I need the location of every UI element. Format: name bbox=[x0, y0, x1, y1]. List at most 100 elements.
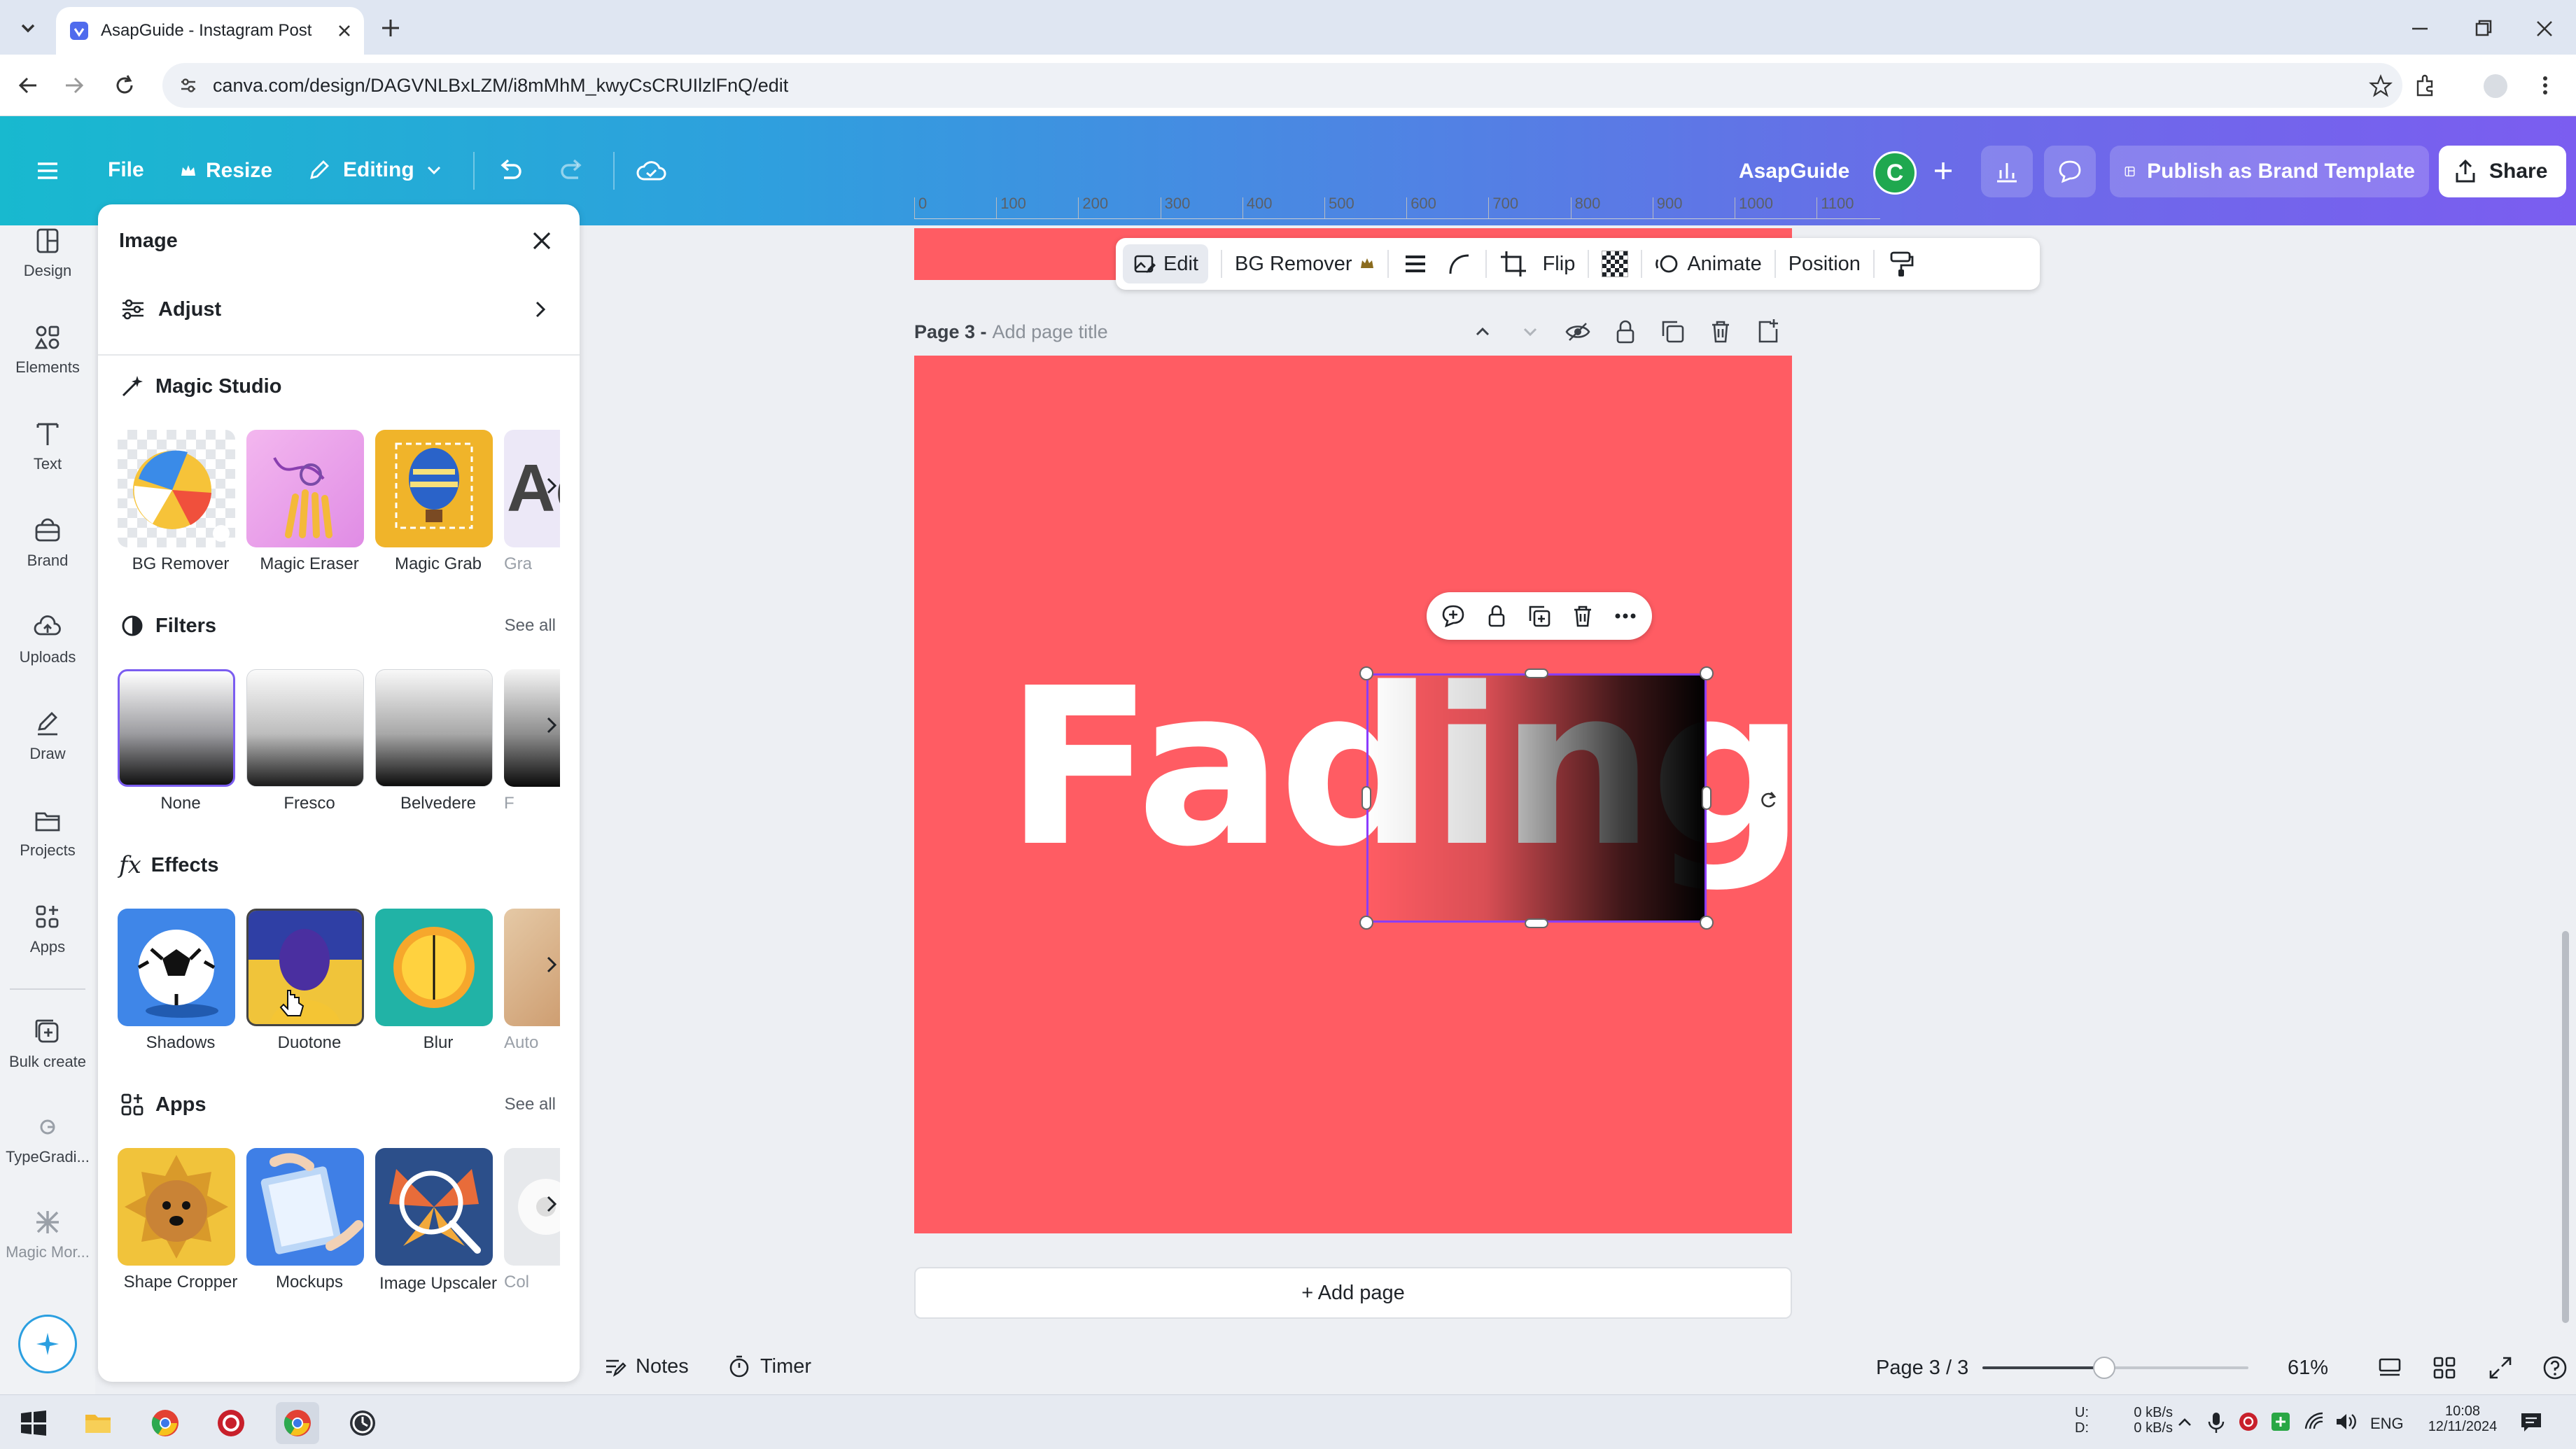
url-field[interactable]: canva.com/design/DAGVNLBxLZM/i8mMhM_kwyC… bbox=[162, 63, 2402, 108]
rotate-handle[interactable] bbox=[1751, 783, 1785, 816]
app-image-upscaler[interactable]: Image Upscaler bbox=[375, 1148, 497, 1295]
resize-handle-top-right[interactable] bbox=[1700, 666, 1714, 680]
cloud-saved-icon[interactable] bbox=[634, 154, 668, 188]
chevron-right-icon[interactable] bbox=[540, 714, 563, 736]
file-explorer-icon[interactable] bbox=[83, 1408, 113, 1438]
hide-page-icon[interactable] bbox=[1562, 316, 1593, 347]
wifi-icon[interactable] bbox=[2303, 1410, 2325, 1433]
reload-icon[interactable] bbox=[112, 73, 137, 98]
hamburger-menu-icon[interactable] bbox=[34, 157, 62, 185]
effect-blur[interactable]: Blur bbox=[375, 909, 494, 1053]
volume-icon[interactable] bbox=[2334, 1410, 2358, 1433]
filter-none[interactable]: None bbox=[118, 669, 237, 813]
resize-handle-left[interactable] bbox=[1362, 786, 1371, 810]
zoom-level[interactable]: 61% bbox=[2288, 1357, 2328, 1380]
lock-icon[interactable] bbox=[1483, 602, 1511, 630]
browser-tab-active[interactable]: AsapGuide - Instagram Post bbox=[56, 7, 364, 55]
app-color-partial[interactable]: Col bbox=[504, 1148, 560, 1292]
tool-grab-text[interactable]: Ac Gra bbox=[504, 430, 560, 574]
more-options-icon[interactable] bbox=[1611, 602, 1639, 630]
timer-button[interactable]: Timer bbox=[727, 1354, 811, 1379]
effect-duotone[interactable]: Duotone bbox=[246, 909, 365, 1053]
magic-assistant-button[interactable] bbox=[18, 1315, 77, 1373]
filter-belvedere[interactable]: Belvedere bbox=[375, 669, 494, 813]
help-icon[interactable] bbox=[2541, 1354, 2569, 1382]
rail-item-uploads[interactable]: Uploads bbox=[0, 612, 95, 666]
chevron-right-icon[interactable] bbox=[540, 1193, 563, 1215]
clock-app-icon[interactable] bbox=[347, 1408, 378, 1438]
bg-remover-button[interactable]: BG Remover bbox=[1235, 253, 1375, 276]
chevron-up-icon[interactable] bbox=[1467, 316, 1498, 347]
tray-expand-icon[interactable] bbox=[2174, 1412, 2195, 1433]
filter-partial[interactable]: F bbox=[504, 669, 560, 813]
add-member-icon[interactable] bbox=[1929, 157, 1957, 185]
page-title-input[interactable]: Add page title bbox=[993, 321, 1108, 343]
grid-view-icon[interactable] bbox=[2430, 1354, 2458, 1382]
crop-icon[interactable] bbox=[1499, 250, 1527, 278]
filter-fresco[interactable]: Fresco bbox=[246, 669, 365, 813]
user-avatar[interactable]: C bbox=[1873, 151, 1917, 195]
design-page[interactable]: Fading bbox=[914, 356, 1792, 1233]
chevron-down-icon[interactable] bbox=[1515, 316, 1546, 347]
page-view-icon[interactable] bbox=[2376, 1354, 2404, 1382]
editing-mode-dropdown[interactable]: Editing bbox=[307, 153, 444, 188]
page-indicator[interactable]: Page 3 / 3 bbox=[1876, 1357, 1968, 1380]
tool-magic-eraser[interactable]: Magic Eraser bbox=[246, 430, 365, 574]
rail-item-draw[interactable]: Draw bbox=[0, 708, 95, 763]
resize-handle-bottom[interactable] bbox=[1525, 918, 1548, 928]
taskbar-active-app[interactable] bbox=[276, 1402, 319, 1444]
team-name[interactable]: AsapGuide bbox=[1739, 160, 1849, 183]
edit-image-button[interactable]: Edit bbox=[1123, 244, 1208, 284]
zoom-slider-track[interactable] bbox=[1982, 1357, 2248, 1379]
vertical-scrollbar[interactable] bbox=[2562, 931, 2569, 1323]
close-icon[interactable] bbox=[526, 225, 557, 256]
back-icon[interactable] bbox=[15, 73, 41, 98]
effect-auto-focus[interactable]: Auto bbox=[504, 909, 560, 1053]
apps-see-all-link[interactable]: See all bbox=[505, 1095, 556, 1114]
resize-handle-bottom-right[interactable] bbox=[1700, 916, 1714, 930]
language-indicator[interactable]: ENG bbox=[2370, 1415, 2404, 1433]
border-style-icon[interactable] bbox=[1401, 250, 1429, 278]
new-tab-icon[interactable] bbox=[378, 15, 403, 41]
lock-icon[interactable] bbox=[1610, 316, 1641, 347]
notifications-icon[interactable] bbox=[2519, 1409, 2544, 1434]
redo-icon[interactable] bbox=[557, 155, 588, 186]
copy-style-icon[interactable] bbox=[1887, 250, 1915, 278]
add-page-button[interactable]: + Add page bbox=[914, 1267, 1792, 1319]
resize-handle-right[interactable] bbox=[1702, 786, 1712, 810]
tool-magic-grab[interactable]: Magic Grab bbox=[375, 430, 494, 574]
browser-menu-icon[interactable] bbox=[2533, 73, 2558, 98]
insights-button[interactable] bbox=[1981, 146, 2033, 197]
rail-item-text[interactable]: Text bbox=[0, 419, 95, 473]
profile-avatar[interactable] bbox=[2484, 74, 2507, 98]
chrome-icon[interactable] bbox=[150, 1408, 181, 1438]
animate-button[interactable]: Animate bbox=[1655, 251, 1762, 276]
chevron-right-icon[interactable] bbox=[540, 475, 563, 497]
share-button[interactable]: Share bbox=[2439, 146, 2566, 197]
rail-item-typegradient[interactable]: TypeGradi... bbox=[0, 1112, 95, 1166]
record-tray-icon[interactable] bbox=[2237, 1410, 2260, 1433]
green-app-tray-icon[interactable] bbox=[2269, 1410, 2292, 1433]
bookmark-star-icon[interactable] bbox=[2369, 74, 2393, 98]
rail-item-design[interactable]: Design bbox=[0, 225, 95, 280]
close-tab-icon[interactable] bbox=[336, 22, 353, 39]
rail-item-magic-morph[interactable]: Magic Mor... bbox=[0, 1207, 95, 1261]
filters-see-all-link[interactable]: See all bbox=[505, 616, 556, 636]
transparency-icon[interactable] bbox=[1602, 251, 1629, 277]
microphone-icon[interactable] bbox=[2205, 1410, 2227, 1434]
publish-brand-template-button[interactable]: Publish as Brand Template bbox=[2110, 146, 2429, 197]
chevron-right-icon[interactable] bbox=[540, 953, 563, 976]
windows-start-icon[interactable] bbox=[20, 1409, 48, 1437]
flip-button[interactable]: Flip bbox=[1543, 253, 1576, 276]
delete-icon[interactable] bbox=[1569, 602, 1597, 630]
comments-button[interactable] bbox=[2044, 146, 2096, 197]
app-mockups[interactable]: Mockups bbox=[246, 1148, 365, 1292]
tab-list-button[interactable] bbox=[13, 13, 43, 43]
minimize-icon[interactable] bbox=[2408, 17, 2432, 41]
recorder-icon[interactable] bbox=[216, 1408, 246, 1438]
rail-item-bulk-create[interactable]: Bulk create bbox=[0, 1016, 95, 1071]
add-comment-icon[interactable] bbox=[1439, 602, 1467, 630]
effect-shadows[interactable]: Shadows bbox=[118, 909, 237, 1053]
adjust-row[interactable]: Adjust bbox=[119, 288, 560, 330]
corner-rounding-icon[interactable] bbox=[1445, 250, 1473, 278]
